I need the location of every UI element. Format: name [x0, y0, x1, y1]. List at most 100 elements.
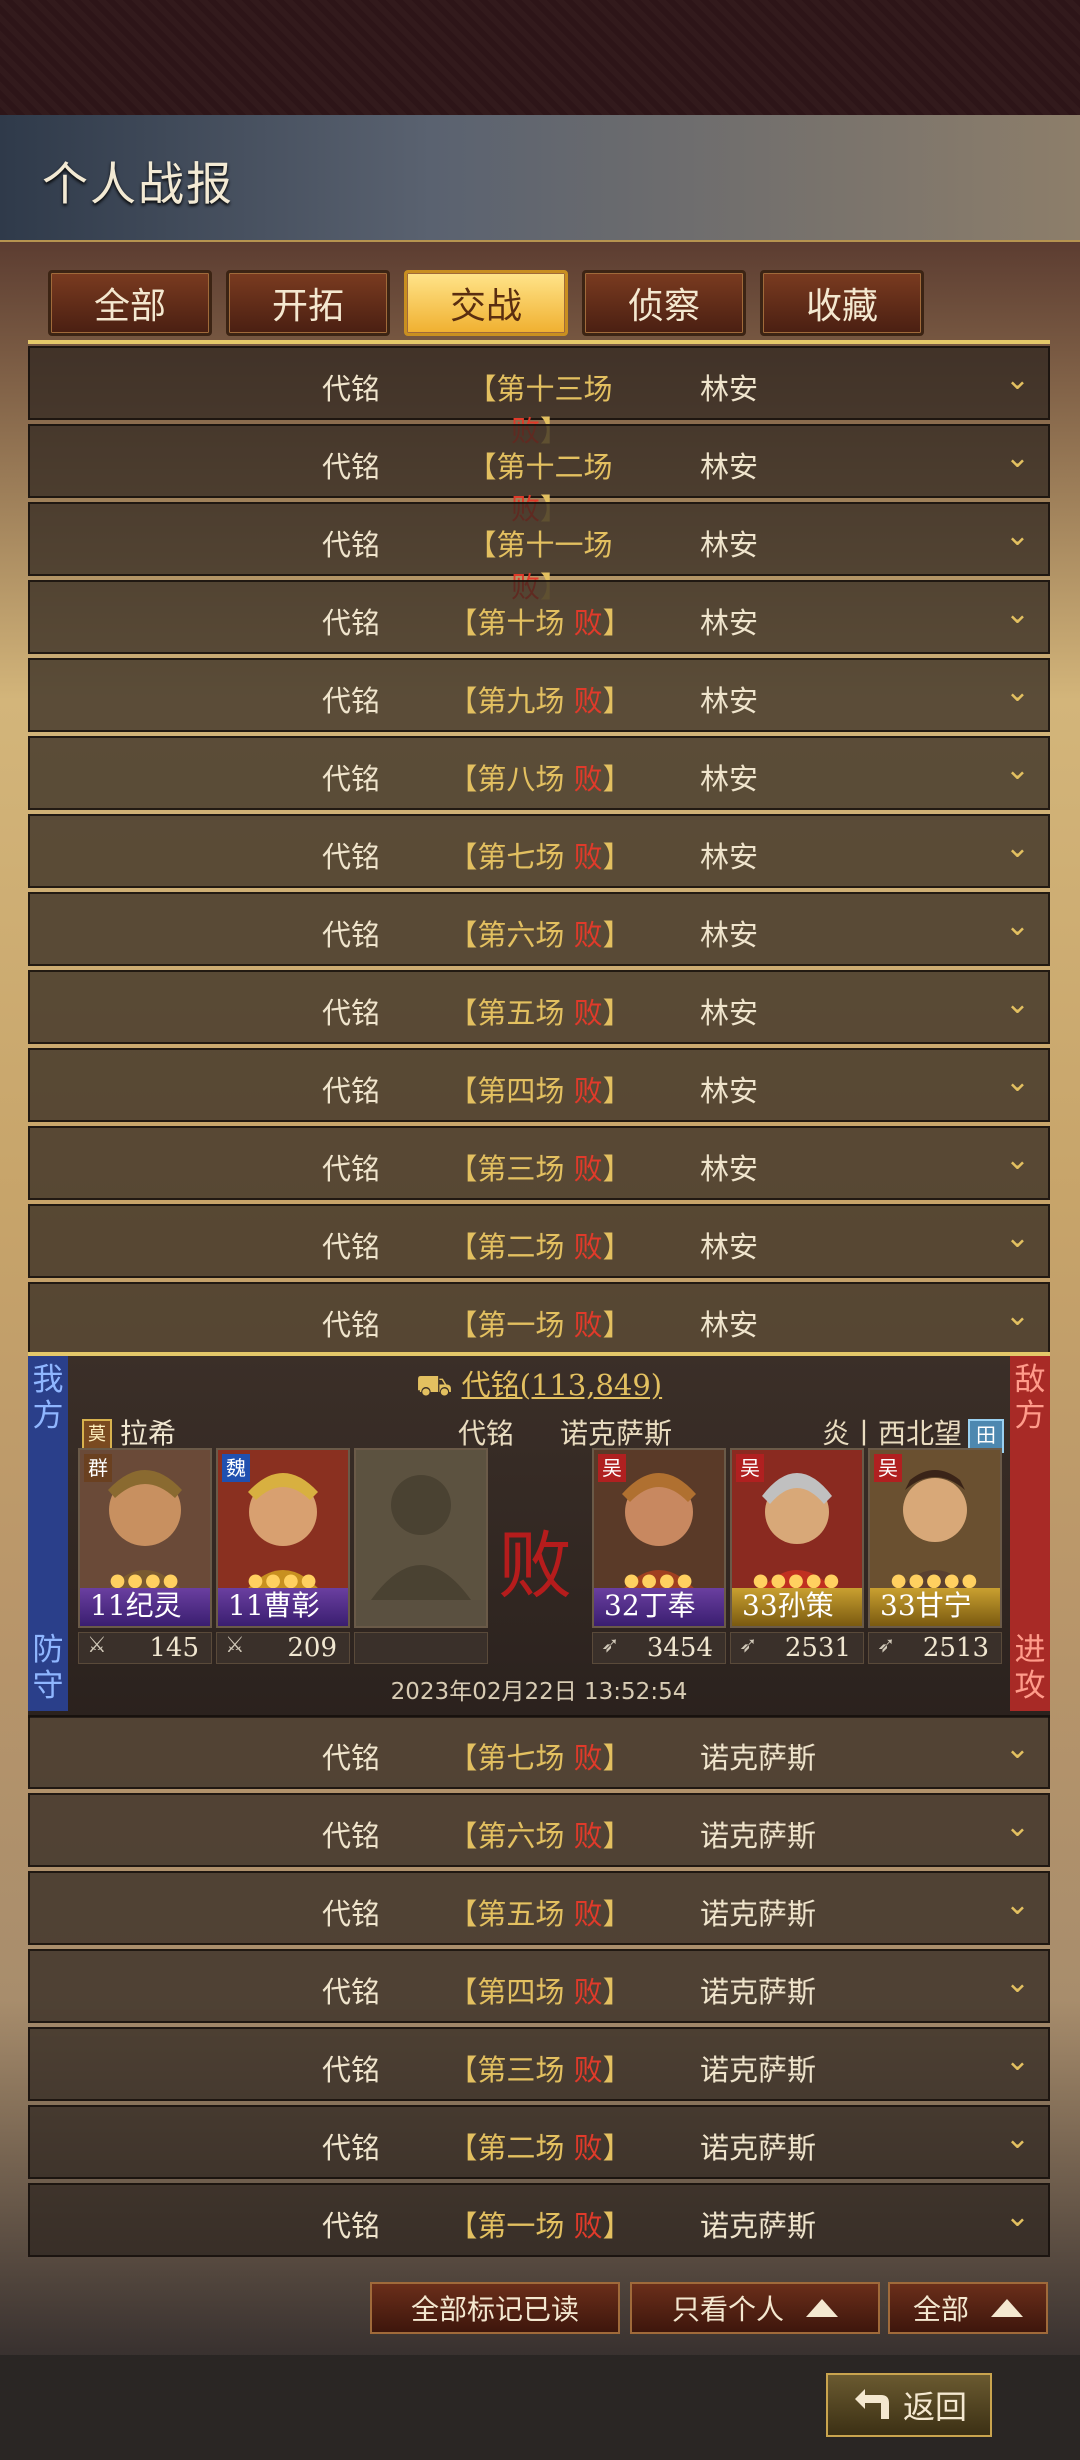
triangle-up-icon	[806, 2299, 838, 2317]
report-title: 【第三场 败】	[440, 2047, 640, 2089]
report-row[interactable]: 代铭 【第五场 败】 林安 ⌄	[28, 970, 1050, 1044]
user-icon: ⛟	[415, 1368, 453, 1402]
report-opponent: 林安	[700, 372, 759, 406]
report-player: 代铭	[322, 2209, 381, 2243]
report-opponent: 林安	[700, 1230, 759, 1264]
report-title: 【第五场 败】	[440, 1891, 640, 1933]
report-opponent: 林安	[700, 918, 759, 952]
report-result: 败	[573, 1975, 603, 2009]
report-player: 代铭	[322, 684, 381, 718]
chevron-down-icon[interactable]: ⌄	[1005, 518, 1030, 553]
report-title-pre: 【第六场	[448, 1819, 574, 1853]
chevron-down-icon[interactable]: ⌄	[1005, 986, 1030, 1021]
chevron-down-icon[interactable]: ⌄	[1005, 2199, 1030, 2234]
general-card-right-1[interactable]: 吴 ●●●● 32丁奉	[592, 1448, 726, 1628]
attacker-coords[interactable]: ⛟ 代铭(113,849)	[28, 1362, 1050, 1406]
chevron-down-icon[interactable]: ⌄	[1005, 752, 1030, 787]
report-row[interactable]: 代铭 【第三场 败】 诺克萨斯 ⌄	[28, 2027, 1050, 2101]
tab-explore[interactable]: 开拓	[226, 270, 390, 336]
report-player: 代铭	[322, 1074, 381, 1108]
battle-detail-card[interactable]: 我方 防守 敌方 进攻 ⛟ 代铭(113,849) 莫拉希 代铭 诺克萨斯 炎丨…	[28, 1352, 1050, 1718]
report-title-post: 】	[602, 1975, 632, 2009]
report-row[interactable]: 代铭 【第五场 败】 诺克萨斯 ⌄	[28, 1871, 1050, 1945]
chevron-down-icon[interactable]: ⌄	[1005, 830, 1030, 865]
general-card-left-empty	[354, 1448, 488, 1628]
filter-all-button[interactable]: 全部	[888, 2282, 1048, 2334]
report-row[interactable]: 代铭 【第九场 败】 林安 ⌄	[28, 658, 1050, 732]
report-row[interactable]: 代铭 【第三场 败】 林安 ⌄	[28, 1126, 1050, 1200]
tab-scout[interactable]: 侦察	[582, 270, 746, 336]
chevron-down-icon[interactable]: ⌄	[1005, 2121, 1030, 2156]
report-title-post: 】	[602, 2053, 632, 2087]
chevron-down-icon[interactable]: ⌄	[1005, 440, 1030, 475]
chevron-down-icon[interactable]: ⌄	[1005, 1965, 1030, 2000]
report-title: 【第一场 败】	[440, 2203, 640, 2245]
chevron-down-icon[interactable]: ⌄	[1005, 1298, 1030, 1333]
general-card-left-2[interactable]: 魏 ●●●● 11曹彰	[216, 1448, 350, 1628]
report-row[interactable]: 代铭 【第二场 败】 林安 ⌄	[28, 1204, 1050, 1278]
report-row[interactable]: 代铭 【第二场 败】 诺克萨斯 ⌄	[28, 2105, 1050, 2179]
chevron-down-icon[interactable]: ⌄	[1005, 1064, 1030, 1099]
report-opponent: 林安	[700, 684, 759, 718]
report-player: 代铭	[322, 1819, 381, 1853]
back-button[interactable]: 返回	[826, 2373, 992, 2437]
report-title-post: 】	[602, 684, 632, 718]
report-title-pre: 【第五场	[448, 1897, 574, 1931]
report-title-pre: 【第四场	[448, 1975, 574, 2009]
report-row[interactable]: 代铭【第十一场 败】林安⌄	[28, 502, 1050, 604]
chevron-down-icon[interactable]: ⌄	[1005, 2043, 1030, 2078]
report-title-post: 】	[602, 1897, 632, 1931]
mid-opponent: 诺克萨斯	[560, 1417, 673, 1450]
tab-favorites[interactable]: 收藏	[760, 270, 924, 336]
report-title: 【第五场 败】	[440, 990, 640, 1032]
report-row[interactable]: 代铭 【第六场 败】 林安 ⌄	[28, 892, 1050, 966]
general-name: 33甘宁	[870, 1588, 1000, 1626]
return-arrow-icon	[854, 2389, 889, 2419]
report-result: 败	[573, 1741, 603, 1775]
report-player: 代铭	[322, 606, 381, 640]
chevron-down-icon[interactable]: ⌄	[1005, 674, 1030, 709]
report-result: 败	[573, 2209, 603, 2243]
tab-all[interactable]: 全部	[48, 270, 212, 336]
report-row[interactable]: 代铭 【第十场 败】 林安 ⌄	[28, 580, 1050, 654]
report-opponent: 诺克萨斯	[700, 2053, 817, 2087]
report-row[interactable]: 代铭【第十二场 败】林安⌄	[28, 424, 1050, 526]
chevron-down-icon[interactable]: ⌄	[1005, 1220, 1030, 1255]
mark-all-read-button[interactable]: 全部标记已读	[370, 2282, 620, 2334]
tab-battle[interactable]: 交战	[404, 270, 568, 336]
chevron-down-icon[interactable]: ⌄	[1005, 1142, 1030, 1177]
chevron-down-icon[interactable]: ⌄	[1005, 908, 1030, 943]
report-player: 代铭	[322, 2053, 381, 2087]
chevron-down-icon[interactable]: ⌄	[1005, 362, 1030, 397]
general-card-left-1[interactable]: 群 ●●●● 11纪灵	[78, 1448, 212, 1628]
chevron-down-icon[interactable]: ⌄	[1005, 1887, 1030, 1922]
report-title-post: 】	[602, 996, 632, 1030]
report-row[interactable]: 代铭 【第四场 败】 林安 ⌄	[28, 1048, 1050, 1122]
report-row[interactable]: 代铭【第十三场 败】林安⌄	[28, 346, 1050, 448]
troop-stat: ➶ 2531	[730, 1632, 864, 1664]
right-player: 炎丨西北望田	[822, 1412, 1004, 1453]
left-player-name: 拉希	[120, 1417, 177, 1450]
report-title-pre: 【第三场	[448, 1152, 574, 1186]
chevron-down-icon[interactable]: ⌄	[1005, 596, 1030, 631]
report-opponent: 诺克萨斯	[700, 1897, 817, 1931]
report-player: 代铭	[322, 840, 381, 874]
report-row[interactable]: 代铭 【第七场 败】 诺克萨斯 ⌄	[28, 1715, 1050, 1789]
only-personal-label: 只看个人	[671, 2293, 784, 2326]
report-row[interactable]: 代铭 【第七场 败】 林安 ⌄	[28, 814, 1050, 888]
report-title-pre: 【第一场	[448, 2209, 574, 2243]
report-opponent: 林安	[700, 1074, 759, 1108]
faction-badge: 魏	[222, 1454, 250, 1482]
report-row[interactable]: 代铭 【第六场 败】 诺克萨斯 ⌄	[28, 1793, 1050, 1867]
report-row[interactable]: 代铭 【第四场 败】 诺克萨斯 ⌄	[28, 1949, 1050, 2023]
chevron-down-icon[interactable]: ⌄	[1005, 1731, 1030, 1766]
general-card-right-2[interactable]: 吴 ●●●●● 33孙策	[730, 1448, 864, 1628]
only-personal-button[interactable]: 只看个人	[630, 2282, 880, 2334]
report-row[interactable]: 代铭 【第八场 败】 林安 ⌄	[28, 736, 1050, 810]
report-title-post: 】	[602, 2209, 632, 2243]
general-card-right-3[interactable]: 吴 ●●●●● 33甘宁	[868, 1448, 1002, 1628]
chevron-down-icon[interactable]: ⌄	[1005, 1809, 1030, 1844]
report-player: 代铭	[322, 762, 381, 796]
report-row[interactable]: 代铭 【第一场 败】 诺克萨斯 ⌄	[28, 2183, 1050, 2257]
report-row[interactable]: 代铭 【第一场 败】 林安 ⌄	[28, 1282, 1050, 1356]
